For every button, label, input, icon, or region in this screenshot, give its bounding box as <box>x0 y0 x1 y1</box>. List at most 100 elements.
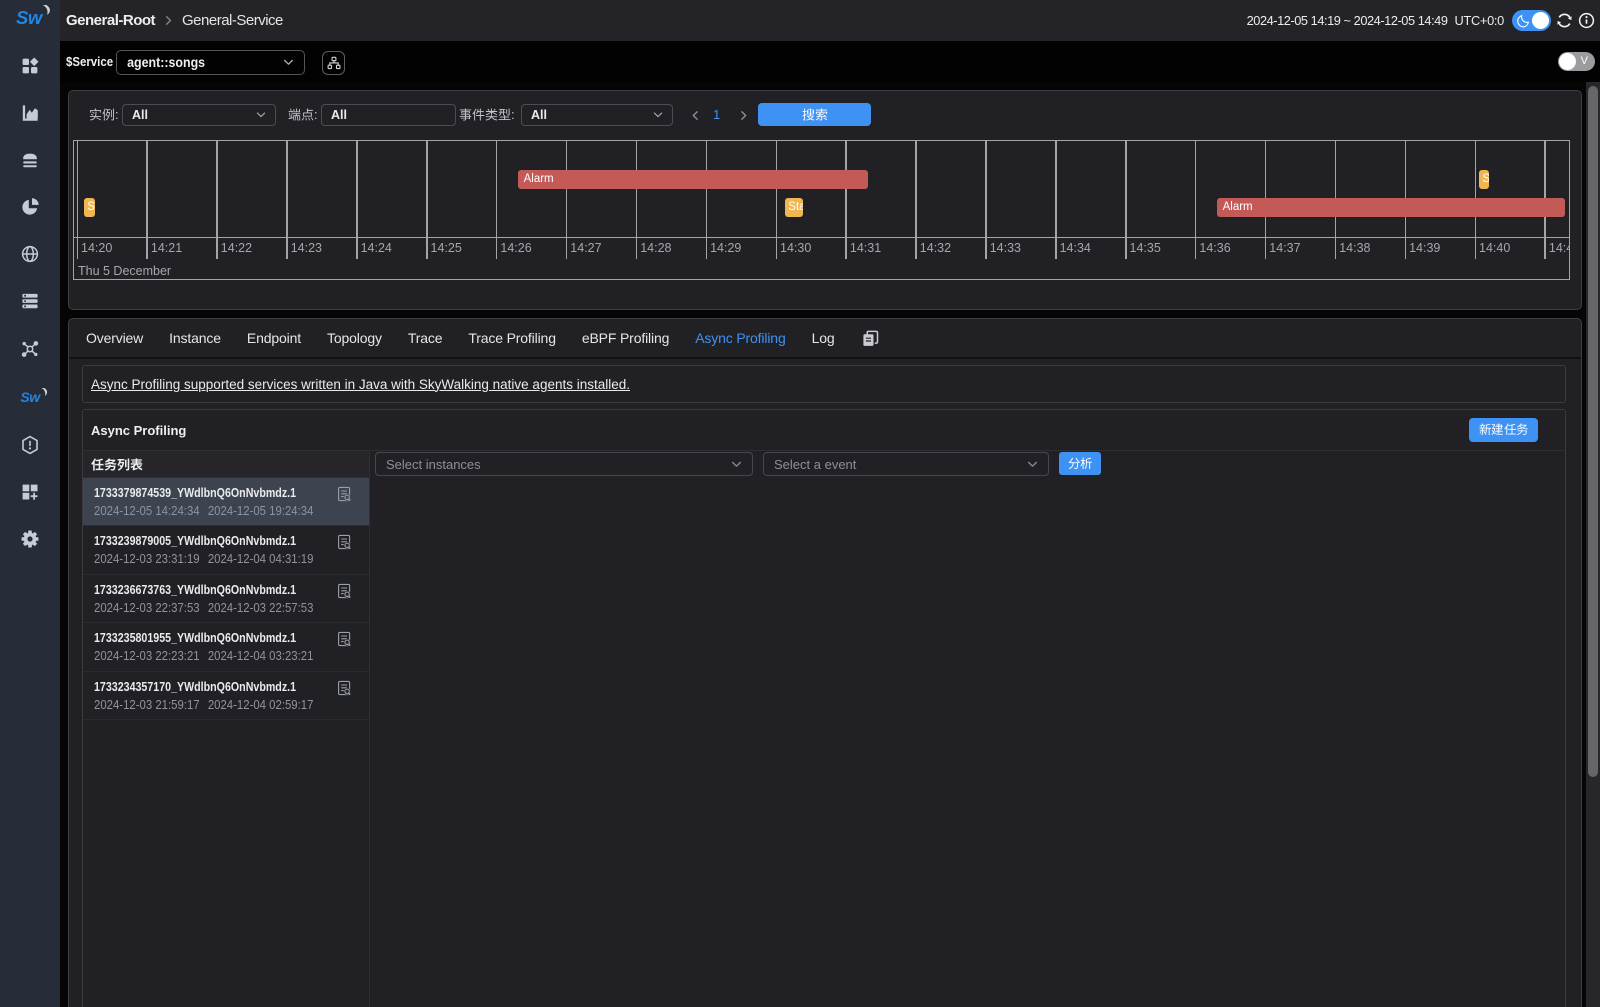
chart-tick-label: 14:40 <box>1479 241 1510 255</box>
chart-tick-label: 14:30 <box>780 241 811 255</box>
moon-icon <box>1516 13 1531 28</box>
task-detail-icon[interactable] <box>337 534 352 550</box>
chart-tick-label: 14:25 <box>431 241 462 255</box>
chart-alarm-bar[interactable]: Alarm <box>1217 198 1565 217</box>
task-id: 1733239879005_YWdlbnQ6OnNvbmdz.1 <box>94 533 296 548</box>
task-list-title <box>83 451 369 478</box>
task-time-range: 2024-12-03 22:37:532024-12-03 22:57:53 <box>94 601 313 615</box>
task-start-time: 2024-12-03 22:37:53 <box>94 601 200 615</box>
breadcrumb-root[interactable]: General-Root <box>66 12 155 29</box>
sidebar-item-topology[interactable] <box>0 329 60 369</box>
event-type-filter-select[interactable]: All <box>521 104 673 126</box>
task-list-item[interactable]: 1733236673763_YWdlbnQ6OnNvbmdz.12024-12-… <box>83 575 369 623</box>
task-detail-icon[interactable] <box>337 583 352 599</box>
tab-endpoint[interactable]: Endpoint <box>247 330 301 346</box>
version-toggle-label: V <box>1581 55 1588 67</box>
scrollbar-thumb[interactable] <box>1588 86 1598 777</box>
sidebar: Sw Sw <box>0 0 60 1007</box>
dashboard-grid-icon <box>20 56 40 76</box>
tab-trace[interactable]: Trace <box>408 330 443 346</box>
task-list-item[interactable]: 1733239879005_YWdlbnQ6OnNvbmdz.1 2024-12-… <box>83 526 369 574</box>
sidebar-item-dashboard-grid[interactable] <box>0 46 60 86</box>
chart-tick-label: 14:39 <box>1409 241 1440 255</box>
analyze-button[interactable] <box>1059 452 1101 475</box>
chevron-down-icon <box>1026 458 1039 471</box>
sidebar-item-gear[interactable] <box>0 519 60 559</box>
task-time-range: 2024-12-03 21:59:172024-12-04 02:59:17 <box>94 698 313 712</box>
chart-tick-label: 14:20 <box>81 241 112 255</box>
chart-tick-label: 14:38 <box>1339 241 1370 255</box>
chart-gridline <box>216 141 218 259</box>
endpoint-filter-input[interactable]: All <box>321 104 456 126</box>
chart-gridline <box>776 141 778 259</box>
instances-select[interactable]: Select instances <box>375 452 753 476</box>
tab-bar: Overview Instance Endpoint Topology Trace Tra… <box>69 319 1581 359</box>
notice-box: Async Profiling supported services writt… <box>82 365 1566 403</box>
chart-axis-line <box>74 237 1569 239</box>
search-button[interactable] <box>758 103 871 126</box>
events-timeline-chart[interactable]: 14:2014:2114:2214:2314:2414:2514:2614:27… <box>73 140 1570 280</box>
sidebar-item-skywalking-logo[interactable]: Sw <box>0 377 60 417</box>
page-next-button[interactable] <box>737 104 750 126</box>
tab-topology[interactable]: Topology <box>327 330 382 346</box>
tab-ebpf-profiling[interactable]: eBPF Profiling <box>582 330 669 346</box>
task-detail-icon[interactable] <box>337 680 352 696</box>
time-range-text[interactable]: 2024-12-05 14:19 ~ 2024-12-05 14:49 <box>1247 13 1448 28</box>
chart-alarm-bar[interactable]: Alarm <box>518 170 868 189</box>
skywalking-logo[interactable]: Sw <box>0 6 60 32</box>
chart-gridline <box>1195 141 1197 259</box>
theme-toggle[interactable] <box>1512 10 1551 31</box>
page-content: : All : All : All 1 14:2014:2114:2214:23… <box>60 82 1586 1007</box>
instances-select-placeholder: Select instances <box>376 457 481 472</box>
task-start-time: 2024-12-05 14:24:34 <box>94 504 200 518</box>
task-start-time: 2024-12-03 23:31:19 <box>94 552 200 566</box>
task-end-time: 2024-12-05 19:24:34 <box>208 504 314 518</box>
skywalking-logo-icon: Sw <box>20 389 39 405</box>
chart-event-bar[interactable]: Start <box>1479 170 1489 189</box>
service-select[interactable]: agent::songs <box>116 50 305 75</box>
task-list-item[interactable]: 1733379874539_YWdlbnQ6OnNvbmdz.1 2024-12-… <box>83 478 369 526</box>
sidebar-item-trend-chart[interactable] <box>0 93 60 133</box>
breadcrumb-current[interactable]: General-Service <box>182 12 283 29</box>
async-profiling-doc-link[interactable]: Async Profiling supported services writt… <box>83 377 630 392</box>
version-toggle[interactable]: V <box>1558 52 1595 71</box>
refresh-icon[interactable] <box>1556 12 1573 29</box>
task-list-item[interactable]: 1733235801955_YWdlbnQ6OnNvbmdz.12024-12-… <box>83 623 369 671</box>
new-task-button[interactable] <box>1469 418 1538 442</box>
sidebar-item-layers[interactable] <box>0 140 60 180</box>
task-list-item[interactable]: 1733234357170_YWdlbnQ6OnNvbmdz.12024-12-… <box>83 672 369 720</box>
sidebar-item-pie-chart[interactable] <box>0 187 60 227</box>
document-copy-icon[interactable] <box>861 330 880 347</box>
info-icon[interactable] <box>1578 12 1595 29</box>
event-select[interactable]: Select a event <box>763 452 1049 476</box>
tab-overview[interactable]: Overview <box>86 330 143 346</box>
page-number: 1 <box>713 104 720 126</box>
scrollbar[interactable] <box>1586 82 1600 1007</box>
sidebar-item-server-list[interactable] <box>0 281 60 321</box>
task-id: 1733379874539_YWdlbnQ6OnNvbmdz.1 <box>94 485 296 500</box>
instance-filter-select[interactable]: All <box>122 104 276 126</box>
task-detail-icon[interactable] <box>337 631 352 647</box>
chart-gridline <box>1125 141 1127 259</box>
task-time-range: 2024-12-03 23:31:192024-12-04 04:31:19 <box>94 552 313 566</box>
sidebar-item-shield-alert[interactable] <box>0 425 60 465</box>
pie-chart-icon <box>20 197 40 217</box>
event-type-filter-label: : <box>459 104 515 126</box>
chart-event-bar[interactable]: Start <box>785 198 803 217</box>
task-detail-icon[interactable] <box>337 486 352 502</box>
chart-gridline <box>845 141 847 259</box>
task-list: 1733379874539_YWdlbnQ6OnNvbmdz.1 2024-12-… <box>83 478 369 720</box>
chart-gridline <box>1055 141 1057 259</box>
service-topology-button[interactable] <box>322 51 345 75</box>
tab-log[interactable]: Log <box>812 330 835 346</box>
sidebar-item-grid-plus[interactable] <box>0 472 60 512</box>
chart-event-bar[interactable]: Start <box>84 198 95 217</box>
sidebar-item-globe[interactable] <box>0 234 60 274</box>
gear-icon <box>20 529 40 549</box>
tab-trace-profiling[interactable]: Trace Profiling <box>468 330 556 346</box>
chart-gridline <box>706 141 708 259</box>
tab-instance[interactable]: Instance <box>169 330 221 346</box>
page-prev-button[interactable] <box>689 104 702 126</box>
tab-async-profiling[interactable]: Async Profiling <box>695 330 785 346</box>
timezone-text[interactable]: UTC+0:0 <box>1455 13 1504 28</box>
